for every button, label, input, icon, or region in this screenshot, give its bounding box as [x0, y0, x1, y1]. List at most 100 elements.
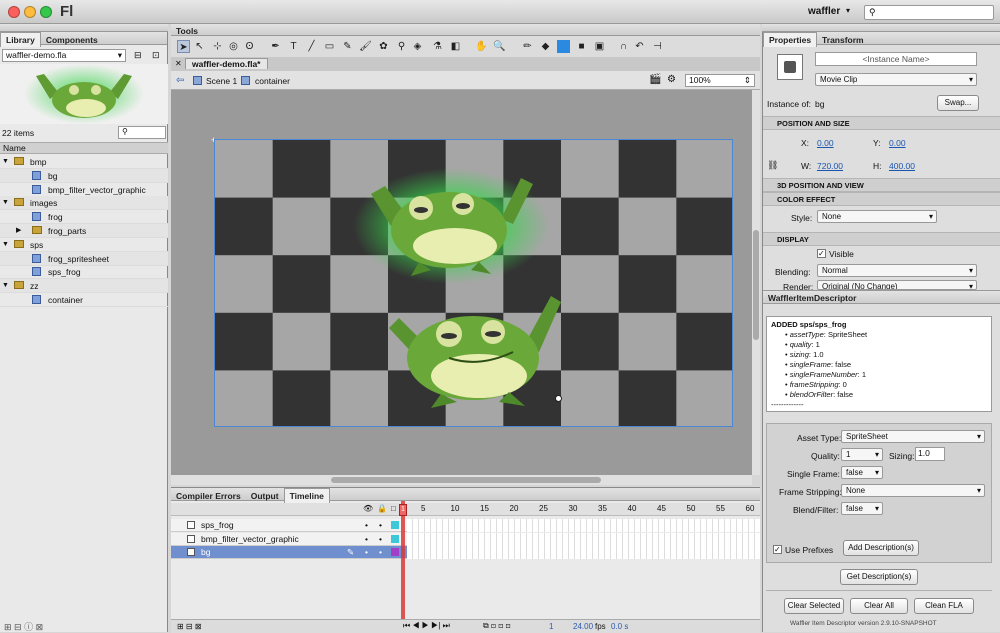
library-column-header[interactable]: Name [0, 142, 168, 154]
frame-stripping-select[interactable]: None [841, 484, 985, 497]
frame-readout[interactable]: 1 [549, 622, 553, 631]
no-color-icon[interactable]: ▣ [593, 40, 606, 53]
lasso-icon[interactable]: ʘ [243, 40, 256, 53]
frame-cells[interactable] [407, 532, 760, 546]
text-icon[interactable]: T [287, 40, 300, 53]
sizing-input[interactable]: 1.0 [915, 447, 945, 461]
layer-row[interactable]: bmp_filter_vector_graphic • • [171, 532, 760, 546]
lock-dot-icon[interactable]: • [379, 519, 382, 532]
swap-button[interactable]: Swap... [937, 95, 979, 111]
new-layer-icon[interactable]: ⊞ ⊟ ⊠ [177, 622, 202, 631]
link-icon[interactable]: ⛓ [767, 160, 778, 171]
playback-controls-icon[interactable]: ⏮ ◀ ▶ ▶| ⏭ [403, 621, 450, 631]
straighten-icon[interactable]: ⊣ [651, 40, 664, 53]
time-readout[interactable]: 0.0 s [611, 622, 628, 631]
swap-colors-icon[interactable]: ⇄ [557, 40, 570, 53]
quality-select[interactable]: 1 [841, 448, 883, 461]
edit-scene-icon[interactable]: 🎬 [649, 74, 661, 85]
minimize-window-button[interactable] [24, 6, 36, 18]
close-window-button[interactable] [8, 6, 20, 18]
library-item-zz[interactable]: ▼ zz [0, 279, 168, 294]
lock-dot-icon[interactable]: • [379, 546, 382, 559]
collapsed-triangle-icon[interactable]: ▶ [16, 224, 21, 238]
smooth-icon[interactable]: ↶ [633, 40, 646, 53]
add-description-button[interactable]: Add Description(s) [843, 540, 919, 556]
timeline-ruler[interactable]: 👁 🔒 □ 5 10 15 20 25 30 35 40 45 50 55 60 [171, 503, 760, 516]
rectangle-icon[interactable]: ▭ [323, 40, 336, 53]
expanded-triangle-icon[interactable]: ▼ [2, 196, 9, 210]
tab-compiler-errors[interactable]: Compiler Errors [171, 489, 246, 503]
use-prefixes-checkbox[interactable]: ✓ [773, 545, 782, 554]
brush-icon[interactable]: 🖌 [359, 40, 372, 53]
library-item-frog[interactable]: frog [0, 210, 168, 225]
stage-horizontal-scrollbar[interactable] [171, 475, 752, 485]
blending-select[interactable]: Normal [817, 264, 977, 277]
hand-icon[interactable]: ✋ [475, 40, 488, 53]
3d-position-section[interactable]: 3D POSITION AND VIEW [763, 178, 1000, 192]
display-section[interactable]: DISPLAY [763, 232, 1000, 246]
library-search-input[interactable]: ⚲ [118, 126, 166, 139]
position-size-section[interactable]: POSITION AND SIZE [763, 116, 1000, 130]
transform-point-icon[interactable] [555, 395, 562, 402]
workspace-menu[interactable]: waffler [808, 6, 840, 17]
frame-cells[interactable] [407, 519, 760, 532]
library-item-frog-parts[interactable]: ▶ frog_parts [0, 224, 168, 238]
h-value[interactable]: 400.00 [889, 161, 915, 171]
tab-library[interactable]: Library [0, 32, 41, 47]
eyedropper-icon[interactable]: ⚗ [431, 40, 444, 53]
library-item-frog-spritesheet[interactable]: frog_spritesheet [0, 251, 168, 266]
breadcrumb-symbol[interactable]: container [255, 76, 290, 86]
x-value[interactable]: 0.00 [817, 138, 834, 148]
render-select[interactable]: Original (No Change) [817, 280, 977, 290]
layer-name[interactable]: bg [201, 546, 210, 559]
w-value[interactable]: 720.00 [817, 161, 843, 171]
fill-color-icon[interactable]: ◆ [539, 40, 552, 53]
document-tab[interactable]: waffler-demo.fla* [185, 58, 268, 69]
snap-magnet-icon[interactable]: ∩ [617, 40, 630, 53]
edit-symbol-icon[interactable]: ⚙ [667, 74, 676, 85]
get-description-button[interactable]: Get Description(s) [840, 569, 918, 585]
scrollbar-thumb[interactable] [331, 477, 601, 483]
stroke-color-icon[interactable]: ✏ [521, 40, 534, 53]
3d-rotation-icon[interactable]: ◎ [227, 40, 240, 53]
expanded-triangle-icon[interactable]: ▼ [2, 238, 9, 252]
visibility-dot-icon[interactable]: • [365, 533, 368, 546]
layer-name[interactable]: bmp_filter_vector_graphic [201, 533, 299, 546]
y-value[interactable]: 0.00 [889, 138, 906, 148]
library-file-select[interactable]: waffler-demo.fla ▾ [2, 49, 126, 62]
paint-bucket-icon[interactable]: ◈ [411, 40, 424, 53]
eye-icon[interactable]: 👁 [363, 504, 373, 513]
single-frame-select[interactable]: false [841, 466, 883, 479]
instance-name-input[interactable]: <Instance Name> [815, 52, 977, 66]
library-item-bmp[interactable]: ▼ bmp [0, 155, 168, 169]
library-item-bg[interactable]: bg [0, 168, 168, 183]
outline-color-icon[interactable] [391, 521, 399, 529]
pen-icon[interactable]: ✒ [269, 40, 282, 53]
clear-selected-button[interactable]: Clear Selected [784, 598, 844, 614]
tab-timeline[interactable]: Timeline [283, 488, 330, 503]
expanded-triangle-icon[interactable]: ▼ [2, 279, 9, 293]
visibility-dot-icon[interactable]: • [365, 546, 368, 559]
pin-icon[interactable]: ⊟ [134, 50, 142, 61]
tab-transform[interactable]: Transform [817, 33, 869, 47]
help-search-input[interactable]: ⚲ [864, 5, 994, 20]
zoom-select[interactable]: 100% ⇕ [685, 74, 755, 87]
stage[interactable] [214, 139, 733, 427]
free-transform-icon[interactable]: ⊹ [211, 40, 224, 53]
lock-dot-icon[interactable]: • [379, 533, 382, 546]
clear-all-button[interactable]: Clear All [850, 598, 908, 614]
new-symbol-icon[interactable]: ⊞ ⊟ ⓘ ⊠ [4, 620, 43, 633]
layer-name[interactable]: sps_frog [201, 519, 234, 532]
expanded-triangle-icon[interactable]: ▼ [2, 155, 9, 169]
default-colors-icon[interactable]: ■ [575, 40, 588, 53]
onion-skin-icon[interactable]: ⧉ ⊡ ⊡ ⊡ [483, 621, 511, 631]
visible-checkbox[interactable]: ✓ [817, 249, 826, 258]
fps-readout[interactable]: 24.00 [573, 622, 593, 631]
frame-cells[interactable] [407, 546, 760, 559]
new-library-icon[interactable]: ⊡ [152, 50, 160, 61]
pencil-icon[interactable]: ✎ [341, 40, 354, 53]
clean-fla-button[interactable]: Clean FLA [914, 598, 974, 614]
bone-icon[interactable]: ⚲ [395, 40, 408, 53]
color-effect-section[interactable]: COLOR EFFECT [763, 192, 1000, 206]
eraser-icon[interactable]: ◧ [449, 40, 462, 53]
